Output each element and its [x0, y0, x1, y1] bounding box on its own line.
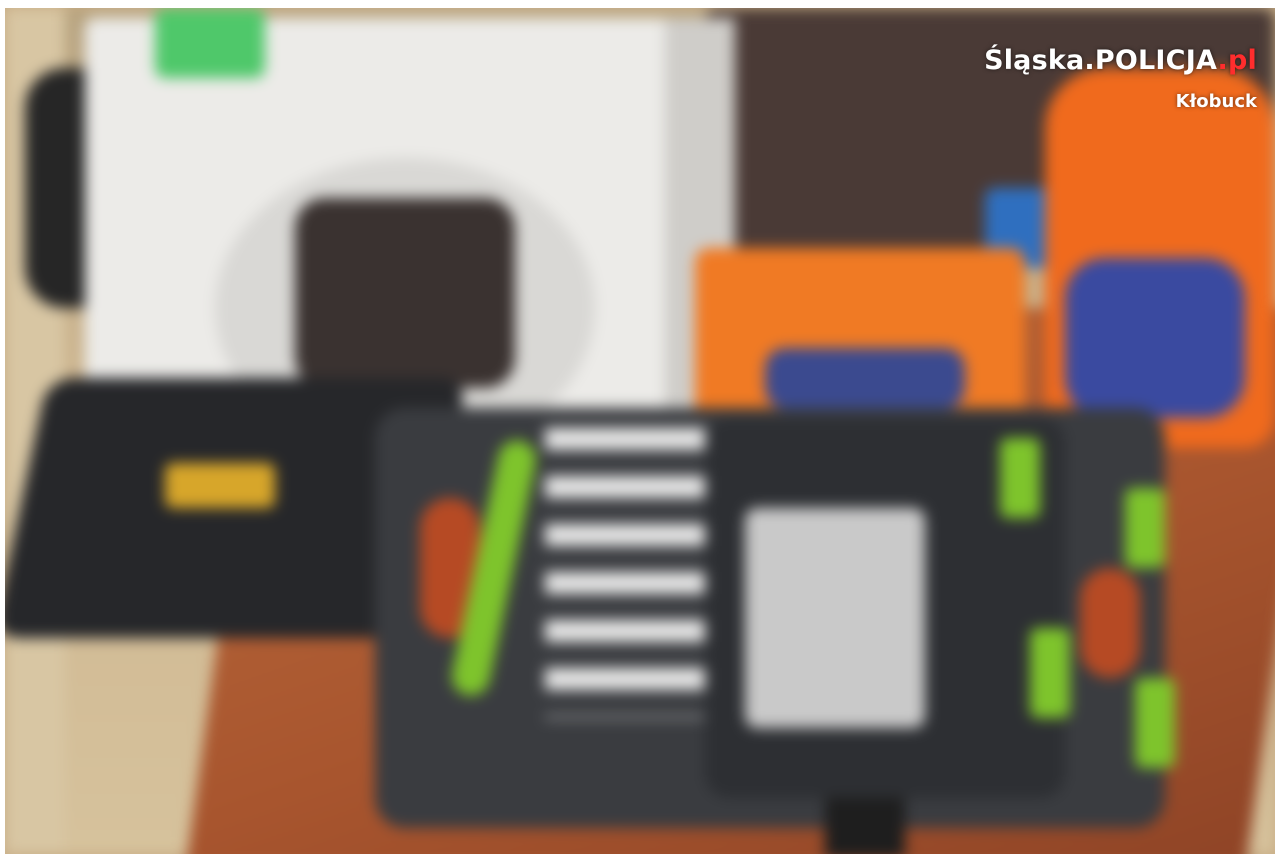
- desk-leg: [825, 798, 905, 854]
- socket-set-handle-right: [1080, 568, 1140, 678]
- photo-scene: [5, 8, 1275, 854]
- watermark-unit: Kłobuck: [1175, 91, 1257, 112]
- green-latch-2: [1030, 628, 1070, 718]
- photo: Śląska.POLICJA.pl Kłobuck: [5, 8, 1275, 854]
- green-latch-1: [1000, 438, 1040, 518]
- watermark: Śląska.POLICJA.pl Kłobuck: [984, 46, 1257, 118]
- watermark-brand: Śląska.POLICJA.pl: [984, 46, 1257, 76]
- detergent-bottle-label: [1065, 258, 1245, 418]
- bits: [745, 508, 925, 728]
- detergent-tub-label: [765, 348, 965, 408]
- bottle-cap: [155, 8, 265, 78]
- sockets: [545, 428, 705, 718]
- watermark-brand-main: Śląska.POLICJA: [984, 45, 1218, 76]
- green-latch-4: [1135, 678, 1175, 768]
- toolbox-label: [165, 463, 275, 508]
- green-latch-3: [1125, 488, 1165, 568]
- appliance-print: [295, 198, 515, 388]
- watermark-brand-suffix: .pl: [1217, 45, 1257, 76]
